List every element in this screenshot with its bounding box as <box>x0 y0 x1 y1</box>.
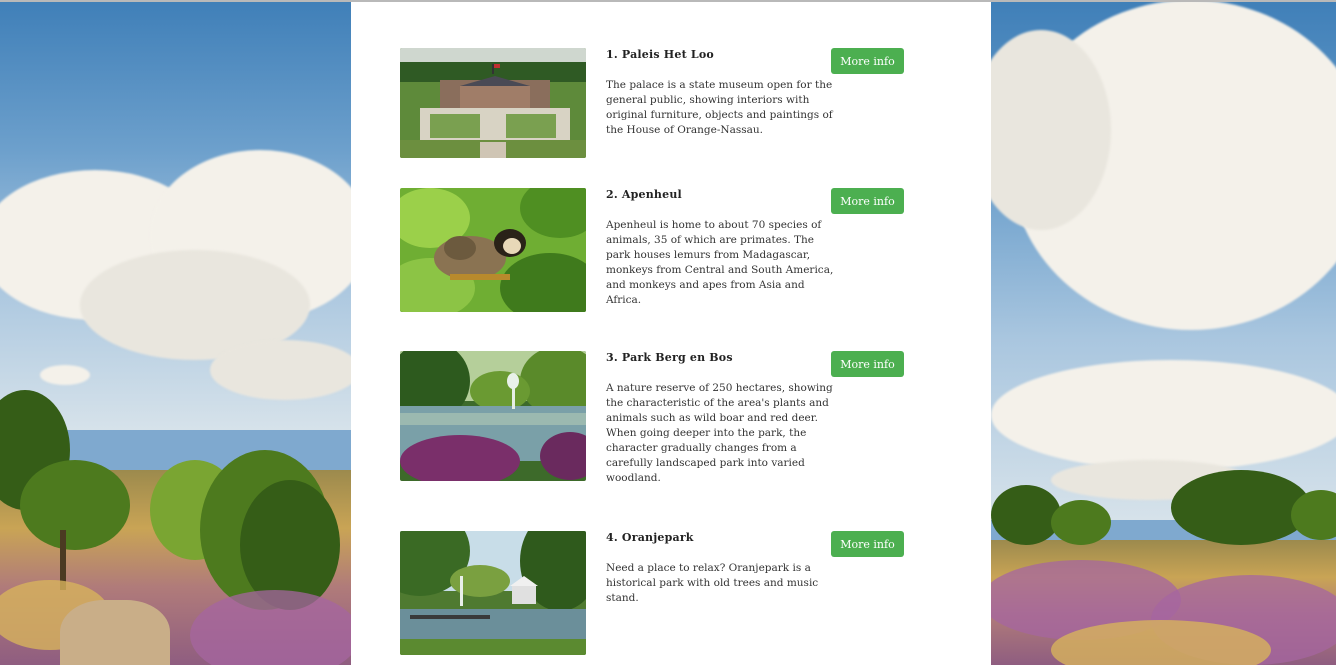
attraction-title: 1. Paleis Het Loo <box>606 48 714 61</box>
more-info-button[interactable]: More info <box>831 188 904 214</box>
attraction-item: 2. Apenheul Apenheul is home to about 70… <box>400 188 920 314</box>
attraction-item: 4. Oranjepark Need a place to relax? Ora… <box>400 531 920 657</box>
attraction-description: A nature reserve of 250 hectares, showin… <box>606 382 833 484</box>
monkey-thumbnail[interactable] <box>400 188 586 312</box>
attraction-item: 3. Park Berg en Bos A nature reserve of … <box>400 351 920 484</box>
more-info-button[interactable]: More info <box>831 351 904 377</box>
attraction-title: 3. Park Berg en Bos <box>606 351 733 364</box>
attraction-description: Need a place to relax? Oranjepark is a h… <box>606 562 819 604</box>
palace-thumbnail[interactable] <box>400 48 586 158</box>
attraction-item: 1. Paleis Het Loo The palace is a state … <box>400 48 920 160</box>
pond-thumbnail[interactable] <box>400 351 586 481</box>
attraction-title: 4. Oranjepark <box>606 531 694 544</box>
background-landscape-right <box>991 0 1336 665</box>
more-info-button[interactable]: More info <box>831 531 904 557</box>
attractions-list: 1. Paleis Het Loo The palace is a state … <box>351 2 991 665</box>
park-thumbnail[interactable] <box>400 531 586 655</box>
attraction-description: The palace is a state museum open for th… <box>606 79 833 136</box>
background-landscape-left <box>0 0 351 665</box>
attraction-description: Apenheul is home to about 70 species of … <box>606 219 834 306</box>
top-border <box>0 0 1336 2</box>
more-info-button[interactable]: More info <box>831 48 904 74</box>
attraction-title: 2. Apenheul <box>606 188 682 201</box>
